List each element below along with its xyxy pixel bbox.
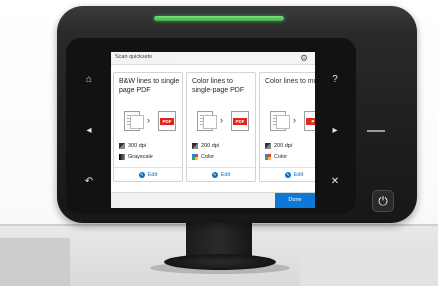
resolution-value: 300 dpi: [128, 143, 147, 149]
resolution-icon: [119, 143, 125, 149]
edit-button[interactable]: ✎ Edit: [260, 172, 315, 178]
quickset-carousel: B&W lines to single page PDF › PDF 300 d…: [113, 72, 315, 182]
color-mode-row: Color: [192, 154, 214, 160]
usb-slot: [367, 130, 385, 132]
resolution-icon: [192, 143, 198, 149]
source-page-icon: [203, 115, 217, 129]
status-light: [154, 16, 284, 21]
pencil-icon: ✎: [211, 172, 218, 178]
card-title: B&W lines to single page PDF: [119, 78, 180, 94]
conversion-graphic: › PDF: [197, 111, 253, 133]
edit-button[interactable]: ✎ Edit: [187, 172, 255, 178]
quickset-card-bw-pdf[interactable]: B&W lines to single page PDF › PDF 300 d…: [113, 72, 183, 182]
resolution-row: 300 dpi: [119, 143, 146, 149]
screen-title: Scan quicksets: [115, 54, 152, 60]
resolution-value: 200 dpi: [201, 143, 220, 149]
color-mode-value: Color: [274, 154, 288, 160]
printer-scene: ⌂ ◂ ↶ ? ▸ ✕ ⏻ Scan quicksets ⚙ B&W lines…: [0, 0, 438, 286]
color-icon: [265, 154, 271, 160]
help-button[interactable]: ?: [328, 73, 342, 87]
pdf-file-icon: PDF: [231, 111, 249, 131]
card-divider: [114, 167, 182, 168]
quickset-card-color-single-pdf[interactable]: Color lines to single-page PDF › PDF 200…: [186, 72, 256, 182]
pdf-file-icon: P: [304, 111, 315, 131]
resolution-row: 200 dpi: [265, 143, 292, 149]
color-mode-row: Color: [265, 154, 287, 160]
printer-tray: [0, 238, 70, 286]
panel-stand-base: [164, 254, 276, 270]
power-button[interactable]: ⏻: [372, 190, 394, 212]
pencil-icon: ✎: [138, 172, 145, 178]
card-title: Color lines to mu: [265, 78, 315, 85]
arrow-right-icon: ›: [293, 115, 296, 125]
color-mode-row: Grayscale: [119, 154, 153, 160]
cancel-button[interactable]: ✕: [328, 175, 342, 189]
edit-label: Edit: [220, 172, 231, 178]
card-divider: [187, 167, 255, 168]
card-divider: [260, 167, 315, 168]
touchscreen: Scan quicksets ⚙ B&W lines to single pag…: [111, 52, 315, 208]
pencil-icon: ✎: [284, 172, 291, 178]
resolution-value: 200 dpi: [274, 143, 293, 149]
grayscale-icon: [119, 154, 125, 160]
pdf-label: PDF: [233, 118, 247, 125]
source-page-icon: [276, 115, 290, 129]
edit-label: Edit: [293, 172, 304, 178]
done-button[interactable]: Done: [275, 193, 315, 208]
back-button[interactable]: ◂: [82, 124, 96, 138]
conversion-graphic: › P: [270, 111, 315, 133]
undo-button[interactable]: ↶: [82, 175, 96, 189]
card-title: Color lines to single-page PDF: [192, 78, 245, 94]
color-mode-value: Grayscale: [128, 154, 153, 160]
printer-tray-right: [300, 250, 438, 286]
arrow-right-icon: ›: [147, 115, 150, 125]
color-icon: [192, 154, 198, 160]
resolution-icon: [265, 143, 271, 149]
pdf-file-icon: PDF: [158, 111, 176, 131]
pdf-label: PDF: [160, 118, 174, 125]
conversion-graphic: › PDF: [124, 111, 180, 133]
forward-button[interactable]: ▸: [328, 124, 342, 138]
home-button[interactable]: ⌂: [82, 73, 96, 87]
source-page-icon: [130, 115, 144, 129]
color-mode-value: Color: [201, 154, 215, 160]
screen-header: Scan quicksets ⚙: [111, 52, 315, 65]
quickset-card-color-multi-pdf[interactable]: Color lines to mu › P 200 dpi Color ✎ Ed…: [259, 72, 315, 182]
edit-label: Edit: [147, 172, 158, 178]
gear-icon[interactable]: ⚙: [299, 53, 309, 63]
pdf-label: P: [306, 118, 315, 125]
edit-button[interactable]: ✎ Edit: [114, 172, 182, 178]
arrow-right-icon: ›: [220, 115, 223, 125]
resolution-row: 200 dpi: [192, 143, 219, 149]
